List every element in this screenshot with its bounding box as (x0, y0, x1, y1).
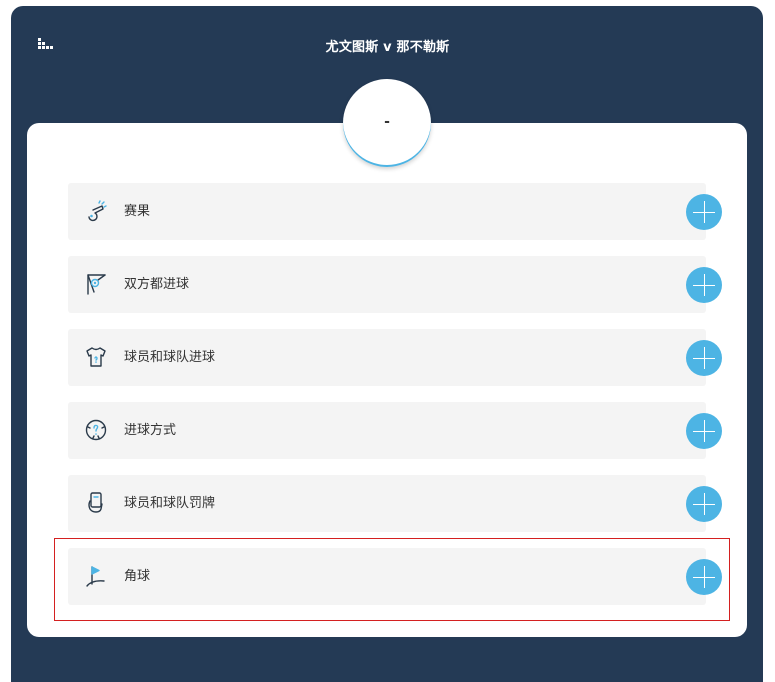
market-label: 赛果 (124, 204, 151, 219)
highlight-box (54, 538, 730, 621)
market-row-match-result[interactable]: 赛果 (68, 183, 706, 240)
add-button-both-teams-score[interactable] (686, 267, 722, 303)
add-button-player-team-cards[interactable] (686, 486, 722, 522)
card-hand-icon (88, 492, 103, 513)
market-label: 球员和球队罚牌 (124, 496, 216, 511)
market-label: 双方都进球 (124, 277, 190, 292)
add-button-method-of-goal[interactable] (686, 413, 722, 449)
match-title: 尤文图斯 v 那不勒斯 (325, 40, 450, 55)
score-display: - (343, 79, 431, 167)
add-button-player-team-goals[interactable] (686, 340, 722, 376)
add-button-match-result[interactable] (686, 194, 722, 230)
jersey-icon (86, 347, 106, 367)
score-value: - (384, 114, 390, 130)
market-row-player-team-goals[interactable]: 球员和球队进球 (68, 329, 706, 386)
market-row-player-team-cards[interactable]: 球员和球队罚牌 (68, 475, 706, 532)
market-label: 球员和球队进球 (124, 350, 216, 365)
market-row-both-teams-score[interactable]: 双方都进球 (68, 256, 706, 313)
whistle-icon (88, 200, 107, 222)
market-row-method-of-goal[interactable]: 进球方式 (68, 402, 706, 459)
football-question-icon (85, 419, 107, 441)
goal-net-icon (87, 274, 106, 295)
market-label: 进球方式 (124, 423, 177, 438)
